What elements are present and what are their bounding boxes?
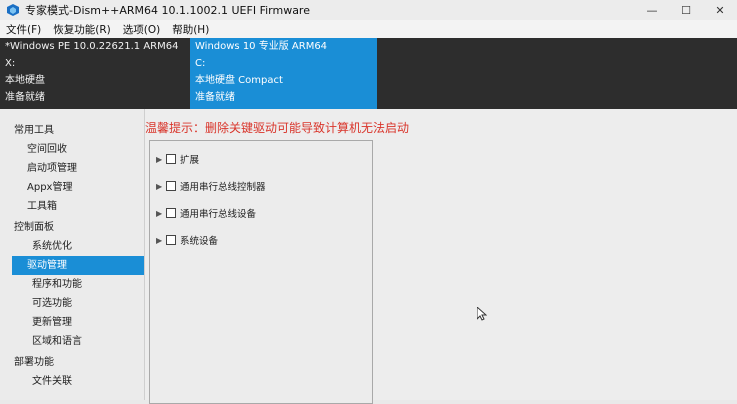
expand-arrow-icon[interactable]: ▶ xyxy=(156,209,166,218)
checkbox[interactable] xyxy=(166,181,176,191)
system-drive: C: xyxy=(195,58,206,69)
tree-item-label: 扩展 xyxy=(180,155,200,166)
sidebar-category-deploy[interactable]: 部署功能 xyxy=(0,353,144,372)
menu-options[interactable]: 选项(O) xyxy=(117,22,166,37)
sidebar-item-file-association[interactable]: 文件关联 xyxy=(0,372,144,391)
system-disk-type: 本地硬盘 Compact xyxy=(195,75,283,86)
system-name: *Windows PE 10.0.22621.1 ARM64 xyxy=(5,41,179,52)
expand-arrow-icon[interactable]: ▶ xyxy=(156,182,166,191)
system-tile-pe[interactable]: *Windows PE 10.0.22621.1 ARM64 X: 本地硬盘 准… xyxy=(0,38,190,109)
tree-item-extensions[interactable]: ▶ 扩展 xyxy=(156,152,199,166)
system-name: Windows 10 专业版 ARM64 xyxy=(195,41,328,52)
minimize-button[interactable]: — xyxy=(635,0,669,20)
system-disk-type: 本地硬盘 xyxy=(5,75,45,86)
sidebar-category-control-panel[interactable]: 控制面板 xyxy=(0,218,144,237)
checkbox[interactable] xyxy=(166,154,176,164)
sidebar-item-startup[interactable]: 启动项管理 xyxy=(0,159,144,178)
sidebar-item-optional-features[interactable]: 可选功能 xyxy=(0,294,144,313)
title-bar: 专家模式-Dism++ARM64 10.1.1002.1 UEFI Firmwa… xyxy=(0,0,737,20)
warning-message: 温馨提示：删除关键驱动可能导致计算机无法启动 xyxy=(145,121,410,135)
menu-help[interactable]: 帮助(H) xyxy=(166,22,215,37)
tree-item-label: 通用串行总线设备 xyxy=(180,209,257,220)
maximize-button[interactable]: ☐ xyxy=(669,0,703,20)
sidebar: 常用工具 空间回收 启动项管理 Appx管理 工具箱 控制面板 系统优化 驱动管… xyxy=(0,109,145,400)
tree-item-system-devices[interactable]: ▶ 系统设备 xyxy=(156,233,218,247)
tree-item-label: 系统设备 xyxy=(180,236,219,247)
system-status: 准备就绪 xyxy=(195,92,235,103)
menu-file[interactable]: 文件(F) xyxy=(0,22,47,37)
mouse-cursor-icon xyxy=(477,307,487,321)
sidebar-item-appx[interactable]: Appx管理 xyxy=(0,178,144,197)
driver-management-panel: 温馨提示：删除关键驱动可能导致计算机无法启动 ▶ 扩展 ▶ 通用串行总线控制器 … xyxy=(145,109,737,404)
driver-tree: ▶ 扩展 ▶ 通用串行总线控制器 ▶ 通用串行总线设备 ▶ 系统设备 xyxy=(149,140,373,404)
expand-arrow-icon[interactable]: ▶ xyxy=(156,155,166,164)
expand-arrow-icon[interactable]: ▶ xyxy=(156,236,166,245)
sidebar-item-region-language[interactable]: 区域和语言 xyxy=(0,332,144,351)
menu-restore[interactable]: 恢复功能(R) xyxy=(47,22,117,37)
system-selector: *Windows PE 10.0.22621.1 ARM64 X: 本地硬盘 准… xyxy=(0,38,737,109)
window-controls: — ☐ ✕ xyxy=(635,0,737,20)
close-button[interactable]: ✕ xyxy=(703,0,737,20)
tree-item-usb-controllers[interactable]: ▶ 通用串行总线控制器 xyxy=(156,179,266,193)
system-status: 准备就绪 xyxy=(5,92,45,103)
system-drive: X: xyxy=(5,58,16,69)
tree-item-label: 通用串行总线控制器 xyxy=(180,182,266,193)
sidebar-category-common-tools[interactable]: 常用工具 xyxy=(0,121,144,140)
sidebar-item-programs[interactable]: 程序和功能 xyxy=(0,275,144,294)
sidebar-item-updates[interactable]: 更新管理 xyxy=(0,313,144,332)
sidebar-item-toolbox[interactable]: 工具箱 xyxy=(0,197,144,216)
app-logo-icon xyxy=(7,4,19,16)
sidebar-item-driver-management[interactable]: 驱动管理 xyxy=(12,256,144,275)
menu-bar: 文件(F) 恢复功能(R) 选项(O) 帮助(H) xyxy=(0,20,737,38)
checkbox[interactable] xyxy=(166,235,176,245)
sidebar-item-space-cleanup[interactable]: 空间回收 xyxy=(0,140,144,159)
tree-item-usb-devices[interactable]: ▶ 通用串行总线设备 xyxy=(156,206,256,220)
system-tile-win10[interactable]: Windows 10 专业版 ARM64 C: 本地硬盘 Compact 准备就… xyxy=(190,38,377,109)
window-title: 专家模式-Dism++ARM64 10.1.1002.1 UEFI Firmwa… xyxy=(25,4,310,17)
sidebar-item-system-optimize[interactable]: 系统优化 xyxy=(0,237,144,256)
checkbox[interactable] xyxy=(166,208,176,218)
